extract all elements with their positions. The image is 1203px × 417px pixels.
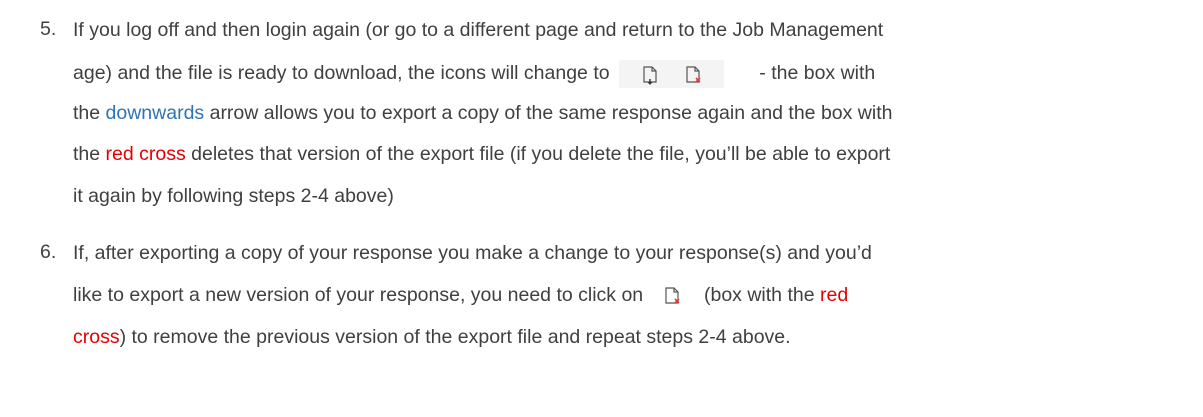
highlight-word-red: cross	[73, 326, 120, 348]
text-span: the	[73, 143, 101, 165]
text-line: If you log off and then login again (or …	[73, 18, 1193, 42]
text-span: it again by following steps 2-4 above)	[73, 185, 394, 207]
text-line: age) and the file is ready to download, …	[73, 60, 1193, 88]
highlight-word-red: red	[819, 284, 849, 306]
document-delete-icon	[684, 65, 702, 85]
text-line: like to export a new version of your res…	[73, 283, 1193, 307]
text-line: the downwards arrow allows you to export…	[73, 101, 1193, 125]
text-span: arrow allows you to export a copy of the…	[209, 102, 893, 124]
text-span: ) to remove the previous version of the …	[119, 326, 791, 348]
text-span: (box with the	[704, 284, 815, 306]
text-span: If, after exporting a copy of your respo…	[73, 242, 872, 264]
text-span: If you log off and then login again (or …	[73, 19, 884, 41]
document-page: 5. If you log off and then login again (…	[0, 0, 1203, 417]
text-line: If, after exporting a copy of your respo…	[73, 241, 1193, 265]
text-line: it again by following steps 2-4 above)	[73, 184, 1193, 208]
text-span: deletes that version of the export file …	[191, 143, 891, 165]
list-number: 5.	[40, 18, 57, 40]
text-span: age) and the file is ready to download, …	[73, 62, 610, 85]
text-span: like to export a new version of your res…	[73, 284, 644, 306]
highlight-word-blue: downwards	[105, 102, 205, 124]
text-line: the red cross deletes that version of th…	[73, 142, 1193, 166]
text-span: the	[73, 102, 101, 124]
highlight-word-red: red cross	[105, 143, 186, 165]
icon-group	[619, 60, 725, 88]
text-line: cross) to remove the previous version of…	[73, 325, 1193, 349]
document-download-icon	[641, 65, 659, 85]
text-span: - the box with	[759, 62, 876, 85]
document-delete-icon	[663, 286, 681, 306]
list-number: 6.	[40, 241, 57, 263]
